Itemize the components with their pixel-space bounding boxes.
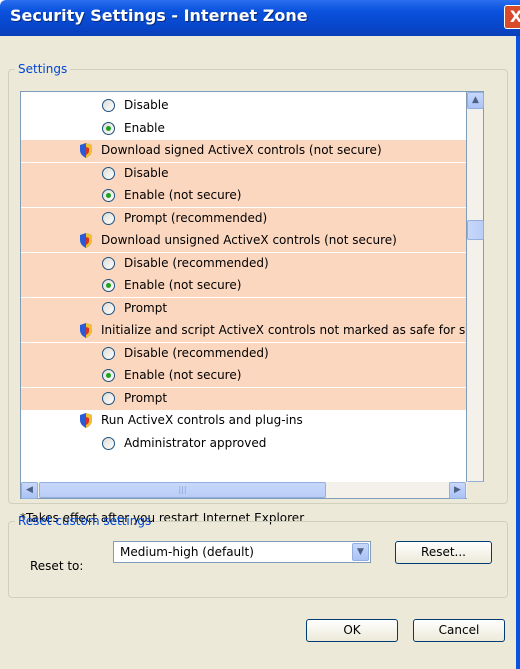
reset-button[interactable]: Reset...	[395, 541, 492, 564]
setting-option[interactable]: Enable	[21, 118, 466, 140]
category-label: Run ActiveX controls and plug-ins	[101, 413, 303, 427]
category-label: Download signed ActiveX controls (not se…	[101, 143, 382, 157]
category-label: Download unsigned ActiveX controls (not …	[101, 233, 397, 247]
radio-button[interactable]	[102, 211, 115, 225]
security-shield-icon	[80, 323, 92, 338]
settings-legend: Settings	[18, 62, 68, 76]
setting-option[interactable]: Enable (not secure)	[21, 275, 466, 297]
scroll-right-button[interactable]: ▶	[449, 482, 466, 499]
scrollbar-corner	[467, 482, 484, 499]
setting-category: Download unsigned ActiveX controls (not …	[21, 230, 466, 252]
option-label: Disable (recommended)	[124, 255, 269, 270]
setting-option[interactable]: Disable	[21, 95, 466, 117]
window-border	[516, 36, 520, 669]
dialog-body: Settings Disable Enable Download signed Ac…	[0, 36, 520, 669]
option-label: Enable	[124, 120, 165, 135]
reset-to-value: Medium-high (default)	[120, 545, 254, 559]
radio-button[interactable]	[102, 99, 115, 112]
setting-option[interactable]: Prompt	[21, 297, 466, 320]
radio-button[interactable]	[102, 346, 115, 360]
setting-option[interactable]: Disable (recommended)	[21, 342, 466, 365]
radio-button[interactable]	[102, 436, 115, 450]
reset-to-dropdown[interactable]: Medium-high (default) ▼	[113, 541, 371, 563]
chevron-down-icon[interactable]: ▼	[352, 543, 369, 561]
setting-option[interactable]: Prompt	[21, 387, 466, 410]
option-label: Enable (not secure)	[124, 278, 242, 292]
radio-button[interactable]	[102, 369, 115, 382]
radio-button[interactable]	[102, 121, 115, 135]
scroll-left-button[interactable]: ◀	[21, 482, 38, 499]
option-label: Prompt	[124, 300, 168, 315]
option-label: Prompt (recommended)	[124, 210, 268, 225]
close-button[interactable]: X	[504, 5, 520, 29]
cancel-button[interactable]: Cancel	[413, 619, 505, 642]
setting-option[interactable]: Enable (not secure)	[21, 185, 466, 207]
setting-option[interactable]: Prompt (recommended)	[21, 207, 466, 230]
reset-group-legend: Reset custom settings	[18, 514, 152, 528]
security-shield-icon	[80, 413, 92, 428]
ok-button[interactable]: OK	[306, 619, 398, 642]
setting-category: Run ActiveX controls and plug-ins	[21, 410, 466, 432]
radio-button[interactable]	[102, 279, 115, 292]
setting-category: Download signed ActiveX controls (not se…	[21, 140, 466, 162]
setting-option[interactable]: Disable (recommended)	[21, 252, 466, 275]
option-label: Prompt	[124, 390, 168, 405]
security-shield-icon	[80, 233, 92, 248]
window-title: Security Settings - Internet Zone	[10, 6, 308, 25]
category-label: Initialize and script ActiveX controls n…	[101, 323, 467, 337]
radio-button[interactable]	[102, 166, 115, 180]
option-label: Enable (not secure)	[124, 188, 242, 202]
option-label: Administrator approved	[124, 435, 267, 450]
option-label: Disable (recommended)	[124, 345, 269, 360]
scroll-up-button[interactable]: ▲	[467, 92, 484, 109]
setting-category: Initialize and script ActiveX controls n…	[21, 320, 467, 342]
vertical-scrollbar[interactable]: ▲ ▼	[467, 91, 484, 499]
settings-tree-list[interactable]: Disable Enable Download signed ActiveX con…	[20, 91, 467, 499]
option-label: Disable	[124, 98, 169, 112]
security-shield-icon	[80, 143, 92, 158]
option-label: Enable (not secure)	[124, 368, 242, 382]
setting-option[interactable]: Administrator approved	[21, 433, 466, 455]
vertical-scroll-thumb[interactable]	[467, 220, 484, 240]
radio-button[interactable]	[102, 301, 115, 315]
setting-option[interactable]: Disable	[21, 162, 466, 185]
radio-button[interactable]	[102, 391, 115, 405]
horizontal-scroll-thumb[interactable]: |||	[39, 482, 326, 498]
radio-button[interactable]	[102, 189, 115, 202]
horizontal-scrollbar[interactable]: ◀ ||| ▶	[20, 482, 467, 499]
reset-to-label: Reset to:	[30, 559, 84, 573]
option-label: Disable	[124, 165, 169, 180]
radio-button[interactable]	[102, 256, 115, 270]
setting-option[interactable]: Enable (not secure)	[21, 365, 466, 387]
title-bar[interactable]: Security Settings - Internet Zone X	[0, 0, 520, 36]
